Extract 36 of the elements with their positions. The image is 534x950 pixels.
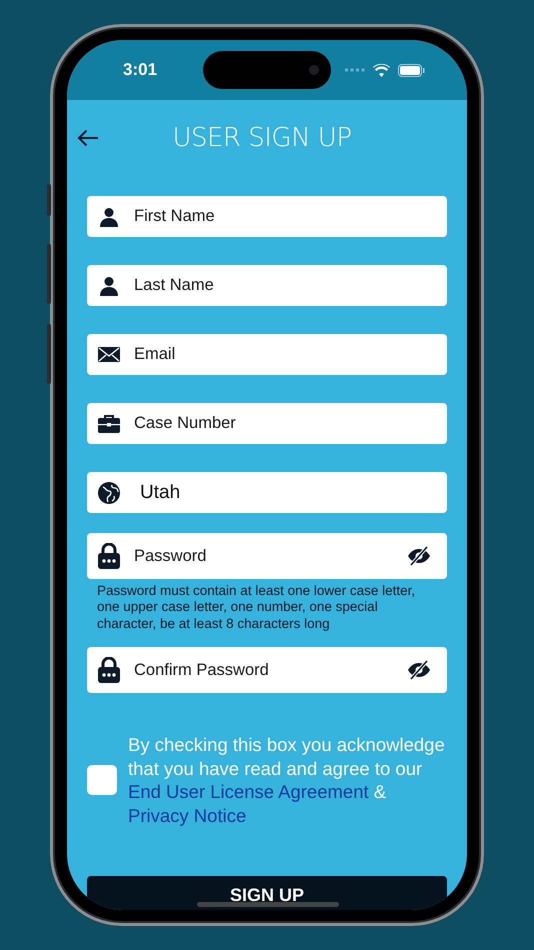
- text-field[interactable]: Email: [87, 334, 447, 375]
- agreement-link[interactable]: End User License Agreement: [128, 781, 369, 802]
- person-icon: [99, 206, 119, 226]
- text-field[interactable]: Case Number: [87, 403, 447, 444]
- lock-icon: [98, 657, 120, 684]
- input-field[interactable]: Last Name: [134, 276, 431, 295]
- text-field[interactable]: Utah: [87, 472, 447, 513]
- text-field[interactable]: Confirm Password: [87, 647, 447, 694]
- password-hint: Password must contain at least one lower case letter, one upper case letter, one number, one special character, be at least 8 characters long: [97, 583, 416, 632]
- agreement-text: By checking this box you acknowledge that you have read and agree to our End User License Agreement & Privacy Notice: [128, 733, 446, 828]
- text-field[interactable]: Last Name: [87, 265, 447, 306]
- envelope-icon: [98, 347, 120, 362]
- back-button[interactable]: [77, 129, 99, 147]
- eye-slash-icon[interactable]: [407, 546, 431, 566]
- input-field[interactable]: First Name: [134, 207, 431, 226]
- sign-up-button[interactable]: SIGN UP: [87, 876, 447, 910]
- input-field[interactable]: Password: [134, 546, 407, 566]
- battery-icon: [398, 64, 425, 76]
- wifi-icon: [373, 64, 390, 76]
- agreement-checkbox[interactable]: [87, 765, 117, 796]
- status-time: 3:01: [123, 60, 158, 80]
- text-field[interactable]: First Name: [87, 196, 447, 237]
- lock-icon: [98, 543, 120, 569]
- input-field[interactable]: Case Number: [134, 414, 431, 433]
- globe-icon: [98, 482, 120, 504]
- page-title: USER SIGN UP: [171, 123, 353, 153]
- signal-icon: [345, 68, 365, 72]
- briefcase-icon: [98, 414, 120, 433]
- input-field[interactable]: Utah: [140, 482, 431, 504]
- input-field[interactable]: Email: [134, 345, 431, 364]
- text-field[interactable]: Password: [87, 533, 447, 579]
- back-arrow-icon: [77, 129, 99, 147]
- eye-slash-icon[interactable]: [407, 660, 431, 680]
- person-icon: [99, 276, 119, 296]
- agreement-link[interactable]: Privacy Notice: [128, 804, 246, 826]
- input-field[interactable]: Confirm Password: [134, 660, 407, 680]
